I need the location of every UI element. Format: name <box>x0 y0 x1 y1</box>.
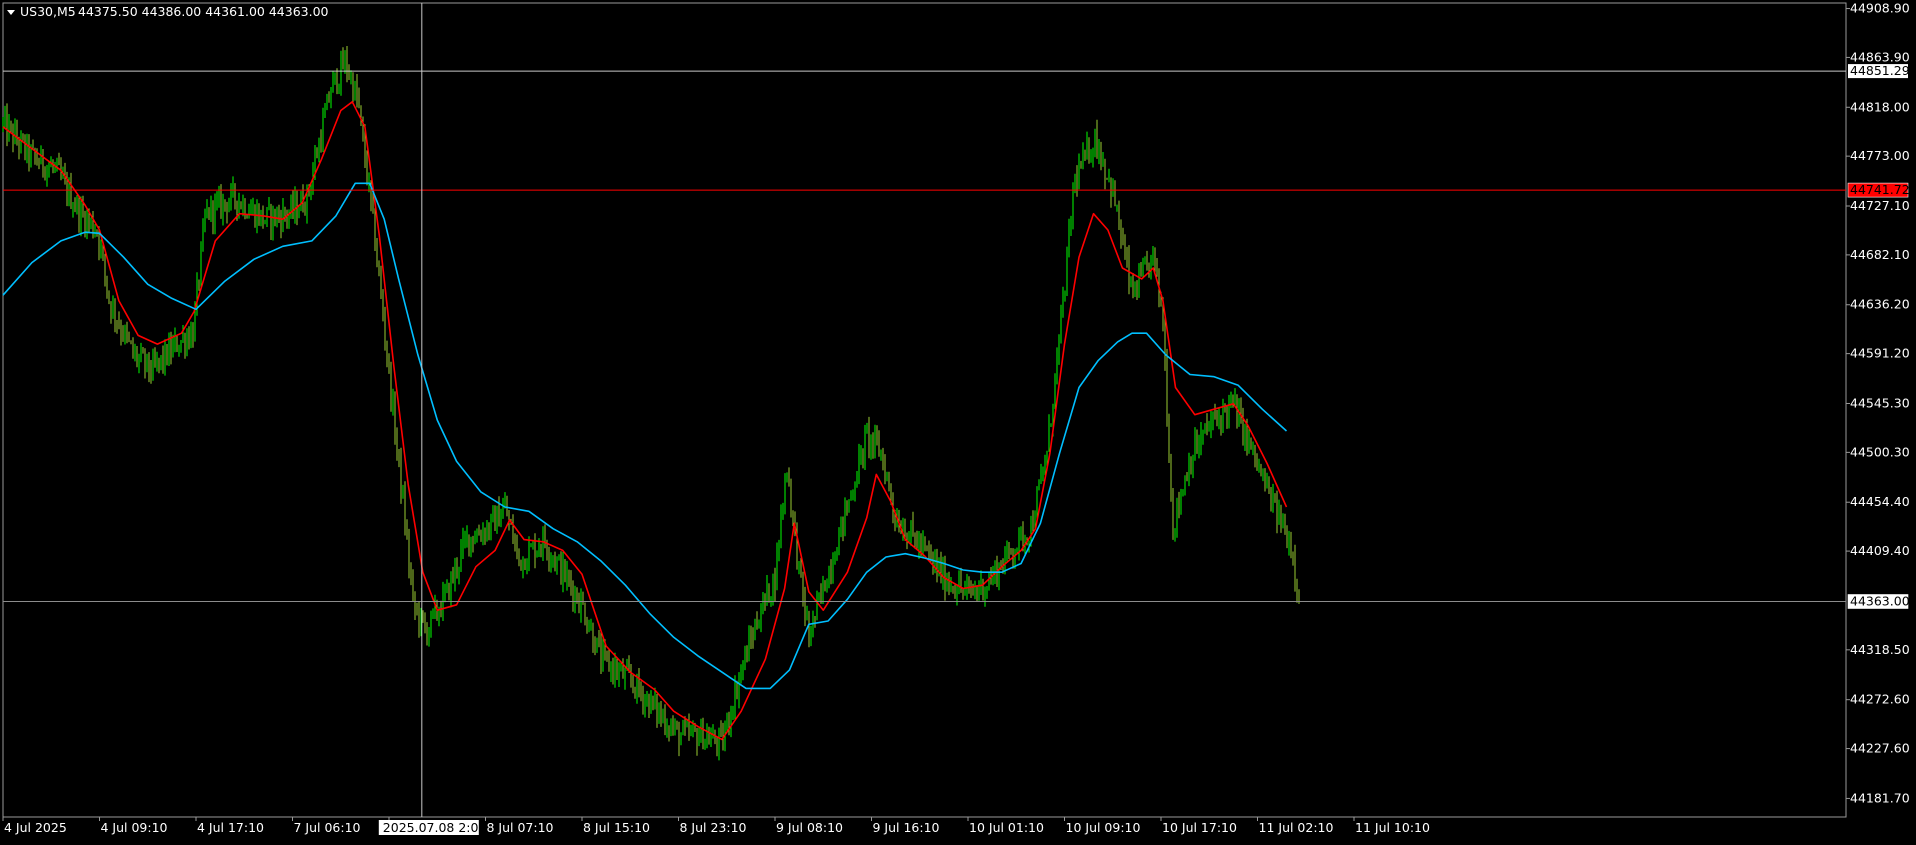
x-tick-label: 11 Jul 10:10 <box>1355 820 1430 835</box>
x-tick-label: 10 Jul 17:10 <box>1162 820 1237 835</box>
y-tick-label: 44773.00 <box>1850 148 1910 163</box>
header-ohlc: 44375.50 44386.00 44361.00 44363.00 <box>78 4 329 19</box>
x-tick-label: 4 Jul 2025 <box>4 820 67 835</box>
y-tick-label: 44454.40 <box>1850 494 1910 509</box>
x-axis: 4 Jul 2025 4 Jul 09:10 4 Jul 17:10 7 Jul 06… <box>2 817 1430 835</box>
x-tick-label: 8 Jul 07:10 <box>487 820 554 835</box>
alert-price-tag: 44741.72 <box>1850 182 1910 197</box>
x-tick-label: 10 Jul 09:10 <box>1066 820 1141 835</box>
y-tick-label: 44727.10 <box>1850 198 1910 213</box>
y-tick-label: 44591.20 <box>1850 346 1910 361</box>
y-tick-label: 44636.20 <box>1850 297 1910 312</box>
y-tick-label: 44227.60 <box>1850 741 1910 756</box>
y-tick-label: 44318.50 <box>1850 642 1910 657</box>
y-tick-label: 44545.30 <box>1850 396 1910 411</box>
chart-root[interactable]: 44908.90 44863.90 44818.00 44773.00 44727.10… <box>0 0 1916 840</box>
header-symbol: US30,M5 <box>20 4 76 19</box>
x-tick-label: 11 Jul 02:10 <box>1259 820 1334 835</box>
y-tick-label: 44818.00 <box>1850 99 1910 114</box>
chart-header[interactable]: US30,M5 44375.50 44386.00 44361.00 44363… <box>7 4 329 19</box>
x-tick-label: 4 Jul 17:10 <box>197 820 264 835</box>
current-price-tag: 44363.00 <box>1850 594 1910 609</box>
x-tick-label: 8 Jul 23:10 <box>680 820 747 835</box>
crosshair-time-tag: 2025.07.08 2:05 <box>383 820 487 835</box>
x-tick-label: 9 Jul 08:10 <box>776 820 843 835</box>
x-tick-label: 7 Jul 06:10 <box>294 820 361 835</box>
y-tick-label: 44272.60 <box>1850 692 1910 707</box>
x-tick-label: 8 Jul 15:10 <box>583 820 650 835</box>
y-axis: 44908.9044863.9044818.0044773.0044727.10… <box>1846 1 1910 805</box>
plot-area[interactable] <box>2 2 1847 818</box>
x-tick-label: 4 Jul 09:10 <box>101 820 168 835</box>
x-tick-label: 10 Jul 01:10 <box>969 820 1044 835</box>
x-tick-label: 9 Jul 16:10 <box>873 820 940 835</box>
price-chart[interactable]: 44908.9044863.9044818.0044773.0044727.10… <box>0 0 1916 840</box>
y-tick-label: 44500.30 <box>1850 444 1910 459</box>
y-tick-label: 44908.90 <box>1850 1 1910 16</box>
y-tick-label: 44682.10 <box>1850 247 1910 262</box>
crosshair-price-tag: 44851.29 <box>1850 63 1910 78</box>
y-tick-label: 44181.70 <box>1850 790 1910 805</box>
y-tick-label: 44409.40 <box>1850 543 1910 558</box>
